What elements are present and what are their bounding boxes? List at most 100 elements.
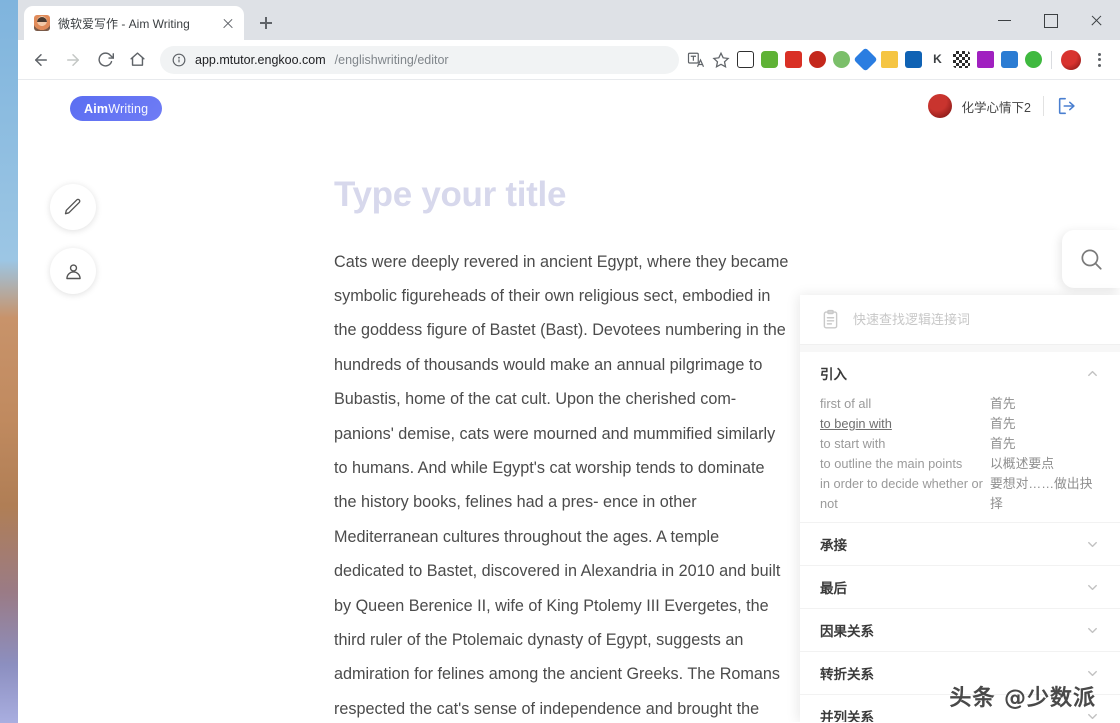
url-path: /englishwriting/editor: [334, 52, 449, 67]
notion-extension-icon[interactable]: [737, 51, 754, 68]
close-icon[interactable]: [220, 15, 236, 31]
panel-section-title: 转折关系: [820, 667, 874, 682]
watermark: 头条 @少数派: [949, 686, 1096, 711]
search-input[interactable]: [853, 312, 1100, 327]
diamond-extension-icon[interactable]: [853, 47, 878, 72]
panel-section-header[interactable]: 最后: [820, 566, 1100, 608]
reload-button[interactable]: [90, 45, 120, 75]
panel-entry[interactable]: to start with 首先: [820, 434, 1100, 454]
person-icon: [65, 263, 81, 279]
logout-icon[interactable]: [1056, 95, 1078, 117]
panel-entry[interactable]: in order to decide whether or not 要想对……做出…: [820, 474, 1100, 514]
panel-divider: [800, 345, 1120, 352]
panel-entry-en: first of all: [820, 396, 872, 411]
url-host: app.mtutor.engkoo.com: [195, 52, 326, 67]
panel-section-title: 引入: [820, 367, 847, 382]
panel-entry-en: to begin with: [820, 416, 892, 431]
trello-extension-icon[interactable]: [905, 51, 922, 68]
panel-entry-en: to outline the main points: [820, 456, 963, 471]
screenshot-root: 微软爱写作 - Aim Writing app.mtutor.engkoo.co…: [0, 0, 1120, 723]
kami-extension-icon[interactable]: K: [929, 51, 946, 68]
browser-toolbar: app.mtutor.engkoo.com/englishwriting/edi…: [18, 40, 1120, 80]
panel-section: 引入 first of all 首先 to begin with 首先 to start …: [800, 352, 1120, 522]
profile-button[interactable]: [50, 248, 96, 294]
browser-menu-button[interactable]: [1088, 47, 1110, 73]
panel-section-title: 最后: [820, 581, 847, 596]
address-bar[interactable]: app.mtutor.engkoo.com/englishwriting/edi…: [160, 45, 679, 74]
chevron-down-icon: [1088, 541, 1097, 547]
panel-search-row: [800, 295, 1120, 345]
cat-favicon: [34, 15, 50, 31]
window-close-button[interactable]: [1074, 4, 1120, 36]
web-page: Aim Writing 化学心情下2 Type your title Cats …: [18, 80, 1120, 722]
panel-entry[interactable]: to outline the main points 以概述要点: [820, 454, 1100, 474]
panel-section-title: 承接: [820, 538, 847, 553]
home-button[interactable]: [122, 45, 152, 75]
browser-tab[interactable]: 微软爱写作 - Aim Writing: [24, 6, 244, 40]
minimize-button[interactable]: [982, 4, 1028, 36]
panel-sections: 引入 first of all 首先 to begin with 首先 to start …: [800, 352, 1120, 722]
avatar[interactable]: [927, 94, 952, 118]
user-name: 化学心情下2: [961, 100, 1031, 115]
tab-title: 微软爱写作 - Aim Writing: [58, 16, 190, 31]
document-body-text[interactable]: Cats were deeply revered in ancient Egyp…: [334, 245, 789, 723]
office-extension-icon[interactable]: [1001, 51, 1018, 68]
panel-section: 因果关系: [800, 609, 1120, 651]
pencil-icon: [64, 198, 81, 215]
panel-section-title: 并列关系: [820, 710, 874, 722]
search-icon: [1081, 249, 1102, 270]
panel-entry[interactable]: to begin with 首先: [820, 414, 1100, 434]
panel-entry-zh: 首先: [990, 396, 1016, 411]
chevron-down-icon: [1088, 670, 1097, 676]
notes-extension-icon[interactable]: [881, 51, 898, 68]
window-controls: [982, 0, 1120, 40]
panel-entry[interactable]: first of all 首先: [820, 394, 1100, 414]
panel-entry-en: in order to decide whether or not: [820, 476, 983, 511]
translate-icon[interactable]: [687, 51, 705, 69]
aim-writing-logo[interactable]: Aim Writing: [70, 96, 163, 121]
mail-extension-icon[interactable]: [785, 51, 802, 68]
brand-bold: Aim: [84, 101, 109, 116]
chevron-down-icon: [1088, 627, 1097, 633]
adblock-plus-extension-icon[interactable]: [809, 51, 826, 68]
evernote-extension-icon[interactable]: [761, 51, 778, 68]
forward-button[interactable]: [58, 45, 88, 75]
document-title-input[interactable]: Type your title: [334, 175, 804, 215]
panel-entry-list: first of all 首先 to begin with 首先 to start wi…: [820, 394, 1100, 522]
back-button[interactable]: [26, 45, 56, 75]
panel-entry-zh: 首先: [990, 436, 1016, 451]
search-button[interactable]: [1062, 230, 1120, 288]
clipboard-icon: [823, 309, 838, 329]
brand-light: Writing: [108, 101, 149, 116]
profile-avatar-button[interactable]: [1061, 49, 1081, 70]
panel-entry-zh: 以概述要点: [990, 456, 1054, 471]
user-zone: 化学心情下2: [927, 94, 1078, 118]
panel-section-header[interactable]: 引入: [820, 352, 1100, 394]
bookmark-star-icon[interactable]: [712, 51, 730, 69]
panel-section: 承接: [800, 523, 1120, 565]
panel-section-title: 因果关系: [820, 624, 874, 639]
grammar-extension-icon[interactable]: [833, 51, 850, 68]
chevron-down-icon: [1088, 584, 1097, 590]
left-rail: [50, 184, 96, 294]
qrcode-extension-icon[interactable]: [953, 51, 970, 68]
toolbar-divider: [1051, 50, 1052, 69]
new-tab-button[interactable]: [252, 9, 280, 37]
wechat-extension-icon[interactable]: [1025, 51, 1042, 68]
browser-window: 微软爱写作 - Aim Writing app.mtutor.engkoo.co…: [18, 0, 1120, 723]
chevron-up-icon: [1088, 370, 1097, 376]
connectors-panel: 引入first of all首先to begin with首先to start …: [800, 295, 1120, 722]
document-editor: Type your title Cats were deeply revered…: [334, 175, 804, 723]
divider: [1043, 96, 1044, 116]
site-info-icon: [172, 53, 186, 66]
panel-entry-zh: 首先: [990, 416, 1016, 431]
panel-section-header[interactable]: 因果关系: [820, 609, 1100, 651]
app-header: Aim Writing 化学心情下2: [18, 80, 1120, 136]
extensions-tray: K: [687, 47, 1112, 73]
panel-entry-zh: 要想对……做出抉择: [990, 476, 1093, 511]
abp-purple-extension-icon[interactable]: [977, 51, 994, 68]
maximize-button[interactable]: [1028, 4, 1074, 36]
tab-strip: 微软爱写作 - Aim Writing: [18, 0, 1120, 40]
edit-pencil-button[interactable]: [50, 184, 96, 230]
panel-section-header[interactable]: 承接: [820, 523, 1100, 565]
